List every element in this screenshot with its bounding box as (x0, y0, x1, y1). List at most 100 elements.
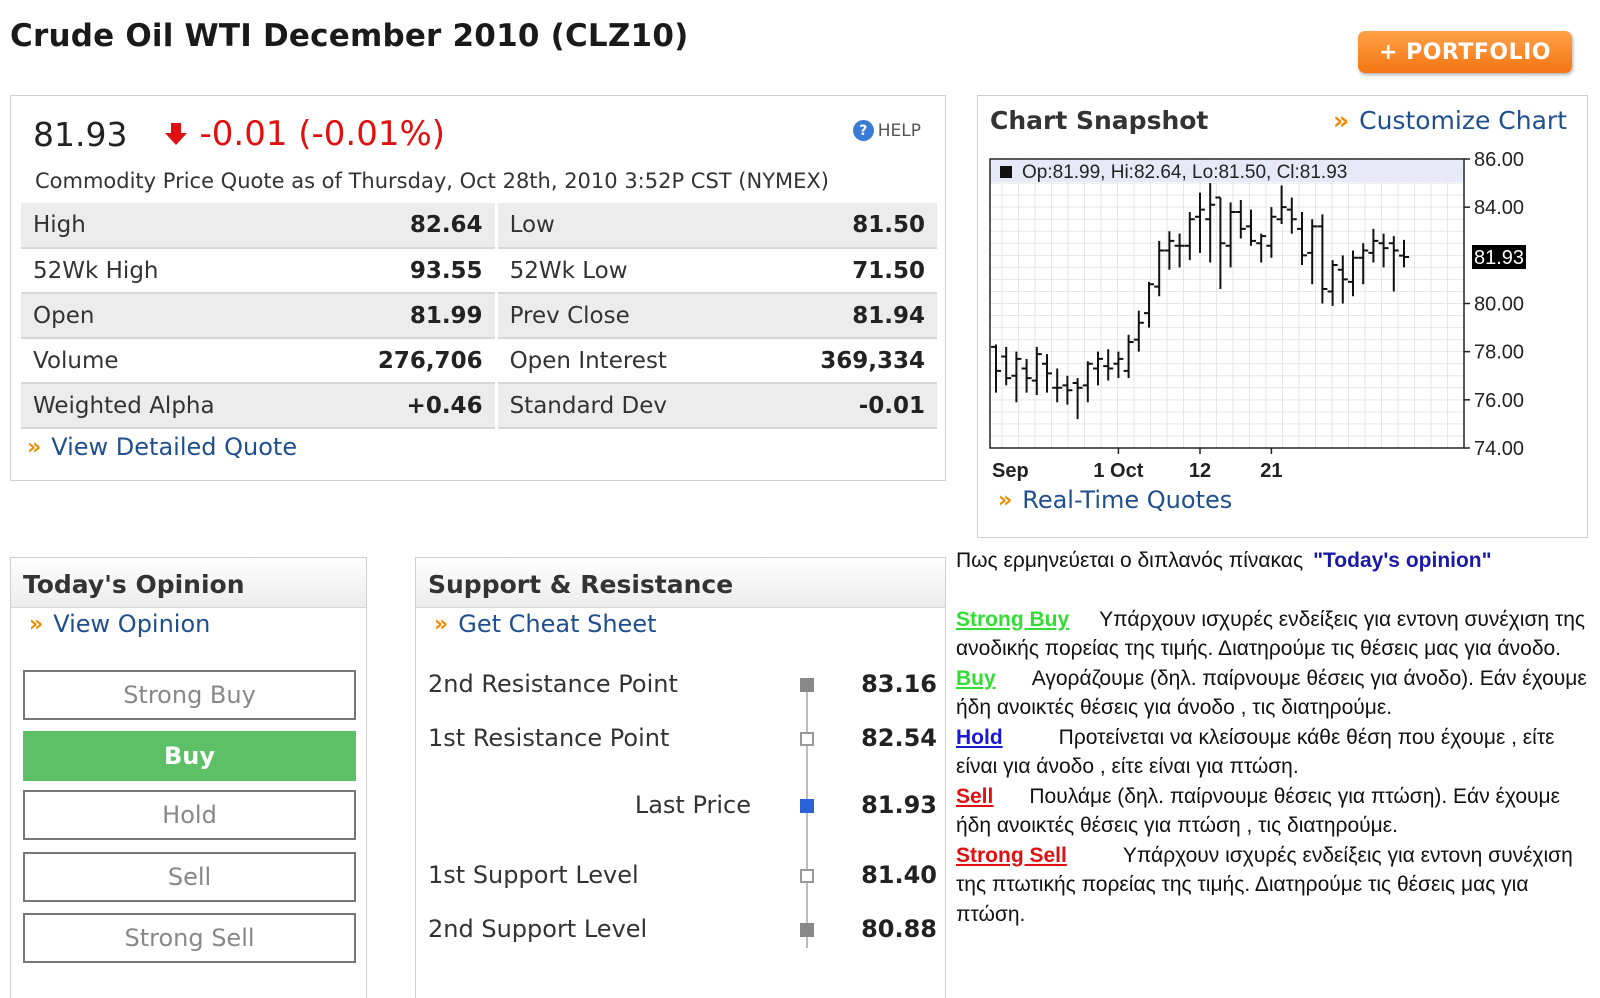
view-opinion-label: View Opinion (53, 610, 211, 638)
quote-row: Weighted Alpha +0.46 Standard Dev -0.01 (21, 383, 937, 429)
quote-label: High (21, 203, 312, 249)
page-title: Crude Oil WTI December 2010 (CLZ10) (10, 18, 689, 54)
sr-value: 83.16 (861, 670, 937, 698)
opinion-strong-sell-button[interactable]: Strong Sell (23, 913, 356, 963)
support-resistance-header: Support & Resistance (416, 558, 945, 608)
legend-term: Hold (956, 725, 1003, 749)
help-icon: ? (852, 120, 874, 141)
quote-value: -0.01 (754, 383, 937, 429)
quote-row: Open 81.99 Prev Close 81.94 (21, 293, 937, 339)
sr-marker (800, 923, 814, 937)
get-cheat-sheet-link[interactable]: » Get Cheat Sheet (434, 610, 657, 638)
quote-label: Open (21, 293, 312, 339)
quote-panel: 81.93 -0.01 (-0.01%) ? HELP Commodity Pr… (10, 95, 946, 481)
legend-term: Strong Sell (956, 843, 1067, 867)
quote-label: Prev Close (496, 293, 755, 339)
legend-item: Sell Πουλάμε (δηλ. παίρνουμε θέσεις για π… (956, 782, 1596, 841)
legend-item: Buy Αγοράζουμε (δηλ. παίρνουμε θέσεις για… (956, 664, 1596, 723)
price-line: 81.93 -0.01 (-0.01%) (33, 114, 445, 154)
x-tick-label: 1 Oct (1093, 460, 1143, 482)
sr-label: 2nd Support Level (428, 915, 648, 943)
last-price-tag-label: 81.93 (1474, 247, 1524, 269)
sr-marker (800, 799, 814, 813)
chevron-right-icon: » (27, 434, 42, 460)
legend-description: Πουλάμε (δηλ. παίρνουμε θέσεις για πτώση… (956, 784, 1560, 838)
sr-value: 81.93 (861, 791, 937, 819)
quote-value: 81.94 (754, 293, 937, 339)
quote-value: 93.55 (311, 248, 498, 294)
todays-opinion-panel: Today's Opinion » View Opinion Strong Bu… (10, 557, 367, 998)
quote-label: Standard Dev (496, 383, 755, 429)
y-tick-label: 74.00 (1474, 438, 1524, 460)
quote-value: 82.64 (311, 203, 498, 249)
price-change: -0.01 (-0.01%) (199, 114, 446, 154)
help-label: HELP (877, 120, 921, 141)
opinion-buy-button[interactable]: Buy (23, 731, 356, 781)
sr-scale-line (806, 688, 808, 948)
y-tick-label: 78.00 (1474, 342, 1524, 364)
legend-item: Hold Προτείνεται να κλείσουμε κάθε θέση π… (956, 723, 1596, 782)
legend-item: Strong Sell Υπάρχουν ισχυρές ενδείξεις γι… (956, 841, 1596, 930)
support-resistance-panel: Support & Resistance » Get Cheat Sheet 2… (415, 557, 946, 998)
opinion-sell-button[interactable]: Sell (23, 852, 356, 902)
y-tick-label: 80.00 (1474, 294, 1524, 316)
sr-value: 82.54 (861, 724, 937, 752)
quote-label: Volume (21, 338, 312, 384)
sr-label: 2nd Resistance Point (428, 670, 678, 698)
legend-term: Sell (956, 784, 994, 808)
chevron-right-icon: » (998, 487, 1013, 513)
quote-value: 369,334 (754, 338, 937, 384)
sr-label: Last Price (634, 791, 751, 819)
down-arrow-icon (165, 123, 188, 145)
sr-label: 1st Resistance Point (428, 724, 670, 752)
sr-value: 80.88 (861, 915, 937, 943)
quote-label: Open Interest (496, 338, 755, 384)
view-detailed-quote-link[interactable]: » View Detailed Quote (27, 433, 297, 461)
quote-row: Volume 276,706 Open Interest 369,334 (21, 338, 937, 384)
quote-timestamp: Commodity Price Quote as of Thursday, Oc… (35, 169, 830, 193)
sr-label: 1st Support Level (428, 861, 639, 889)
quote-value: 276,706 (311, 338, 498, 384)
quote-value: 81.99 (311, 293, 498, 339)
real-time-quotes-label: Real-Time Quotes (1022, 486, 1233, 514)
legend-term: Strong Buy (956, 607, 1070, 631)
help-link[interactable]: ? HELP (852, 120, 921, 141)
legend-swatch (1000, 166, 1012, 178)
add-to-portfolio-button[interactable]: + PORTFOLIO (1358, 31, 1572, 73)
chart-snapshot-panel: Chart Snapshot » Customize Chart Op:81.99… (977, 95, 1588, 538)
quote-table: High 82.64 Low 81.50 52Wk High 93.55 52Wk Low 7… (21, 203, 937, 429)
opinion-hold-button[interactable]: Hold (23, 790, 356, 840)
y-tick-label: 84.00 (1474, 197, 1524, 219)
legend-intro-quote: "Today's opinion" (1313, 549, 1492, 572)
legend-description: Προτείνεται να κλείσουμε κάθε θέση που έ… (956, 725, 1555, 779)
view-detailed-quote-label: View Detailed Quote (51, 433, 298, 461)
real-time-quotes-link[interactable]: » Real-Time Quotes (998, 486, 1232, 514)
chevron-right-icon: » (29, 611, 44, 637)
legend-description: Αγοράζουμε (δηλ. παίρνουμε θέσεις για άν… (956, 666, 1587, 720)
sr-marker (800, 678, 814, 692)
x-tick-label: Sep (992, 460, 1029, 482)
x-tick-label: 12 (1189, 460, 1211, 482)
legend-item: Strong Buy Υπάρχουν ισχυρές ενδείξεις για… (956, 605, 1596, 664)
sr-marker (800, 869, 814, 883)
opinion-strong-buy-button[interactable]: Strong Buy (23, 670, 356, 720)
chart-legend-text: Op:81.99, Hi:82.64, Lo:81.50, Cl:81.93 (1022, 162, 1347, 183)
quote-value: 71.50 (754, 248, 937, 294)
quote-value: 81.50 (754, 203, 937, 249)
legend-intro-text: Πως ερμηνεύεται ο διπλανός πίνακας (956, 549, 1304, 572)
chevron-right-icon: » (434, 611, 449, 637)
sr-marker (800, 732, 814, 746)
quote-label: 52Wk Low (496, 248, 755, 294)
y-tick-label: 86.00 (1474, 149, 1524, 171)
quote-label: Low (496, 203, 755, 249)
quote-label: 52Wk High (21, 248, 312, 294)
get-cheat-sheet-label: Get Cheat Sheet (458, 610, 657, 638)
x-tick-label: 21 (1260, 460, 1282, 482)
legend-term: Buy (956, 666, 996, 690)
quote-row: High 82.64 Low 81.50 (21, 203, 937, 249)
quote-row: 52Wk High 93.55 52Wk Low 71.50 (21, 248, 937, 294)
price-chart[interactable]: Op:81.99, Hi:82.64, Lo:81.50, Cl:81.93 86… (978, 96, 1589, 539)
view-opinion-link[interactable]: » View Opinion (29, 610, 210, 638)
opinion-legend: Πως ερμηνεύεται ο διπλανός πίνακας "Today… (956, 546, 1596, 929)
y-tick-label: 76.00 (1474, 390, 1524, 412)
